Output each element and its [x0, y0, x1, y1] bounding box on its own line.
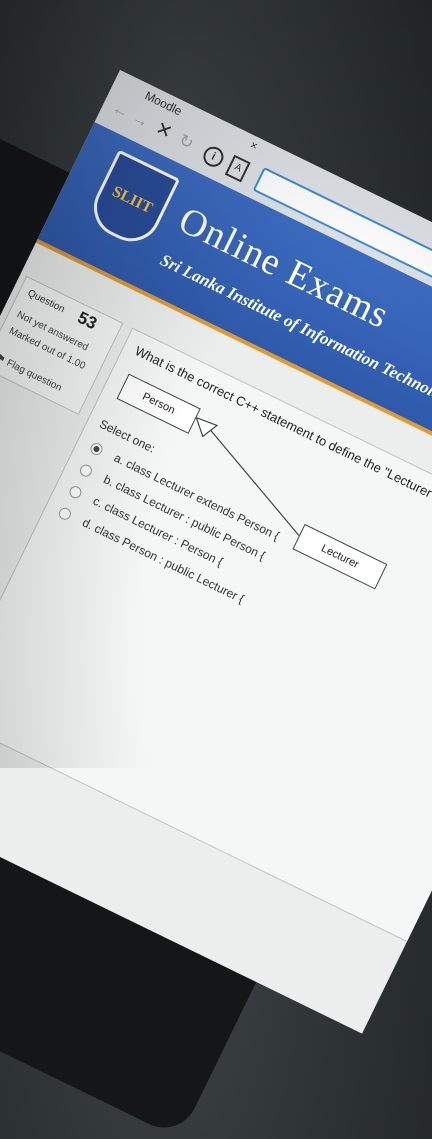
radio-button[interactable]	[56, 505, 73, 522]
info-icon[interactable]: i	[200, 143, 227, 171]
question-label: Question	[25, 287, 67, 316]
tab-close-icon[interactable]: ×	[248, 138, 260, 154]
reload-icon[interactable]: ↻	[175, 130, 197, 154]
back-arrow-icon[interactable]: ←	[109, 98, 133, 123]
stop-icon[interactable]: ✕	[152, 117, 176, 145]
forward-arrow-icon[interactable]: →	[129, 107, 153, 132]
flag-question-label: Flag question	[4, 357, 64, 394]
question-number: 53	[74, 307, 100, 334]
radio-button[interactable]	[67, 484, 84, 501]
document-icon[interactable]: A	[224, 154, 251, 183]
screen: Moodle × ← → ✕ ↻ i A SLIIT Online Exams …	[0, 70, 432, 1034]
sliit-logo: SLIIT	[83, 149, 181, 252]
question-panel: What is the correct C++ statement to def…	[0, 327, 432, 963]
